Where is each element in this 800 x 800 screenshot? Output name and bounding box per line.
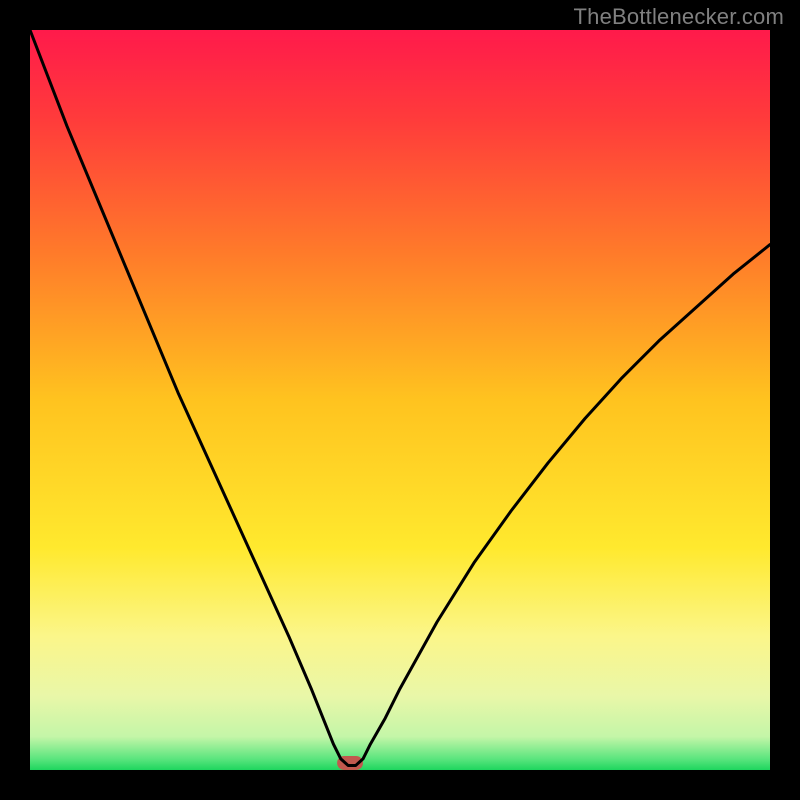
plot-area (30, 30, 770, 770)
watermark-label: TheBottlenecker.com (574, 4, 784, 30)
gradient-background (30, 30, 770, 770)
bottleneck-chart (30, 30, 770, 770)
chart-frame: TheBottlenecker.com (0, 0, 800, 800)
